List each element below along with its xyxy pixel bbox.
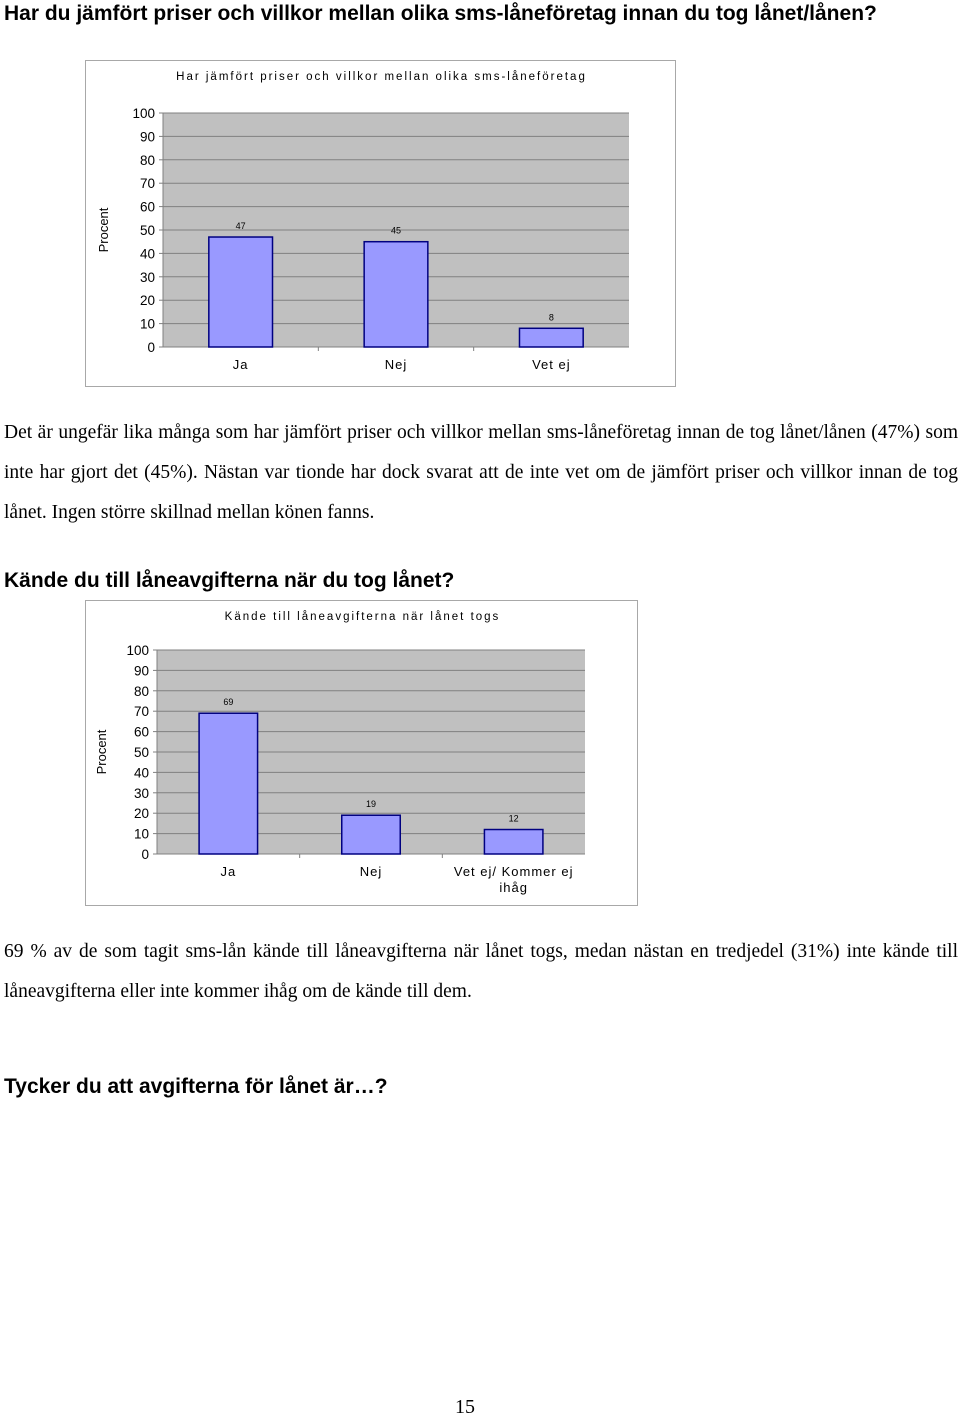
chart2-data-label: 19 xyxy=(366,799,376,809)
chart1-y-tick-label: 0 xyxy=(147,340,155,355)
question-heading-fees-opinion: Tycker du att avgifterna för lånet är…? xyxy=(4,1075,388,1098)
chart2-y-axis-label: Procent xyxy=(94,729,109,774)
page-number: 15 xyxy=(455,1396,475,1418)
chart2-y-tick-label: 100 xyxy=(126,643,149,658)
chart1-y-tick-label: 80 xyxy=(140,153,155,168)
chart2-y-tick-label: 10 xyxy=(134,827,149,842)
chart2-x-tick-label: ihåg xyxy=(499,880,528,895)
chart2-x-tick-label: Ja xyxy=(220,864,236,879)
chart-comparison: 0 10 20 30 40 50 60 70 80 90 100 Procent 47 Ja 45 Nej 8 V… xyxy=(96,106,629,372)
chart2-x-tick-label: Vet ej/ Kommer ej xyxy=(454,864,574,879)
chart1-y-tick-label: 90 xyxy=(140,129,155,144)
chart1-y-tick-label: 100 xyxy=(132,106,155,121)
chart2-y-tick-label: 40 xyxy=(134,765,149,780)
question-heading-fees-known: Kände du till låneavgifterna när du tog … xyxy=(4,569,455,592)
chart2-bar xyxy=(341,814,401,855)
chart1-data-label: 8 xyxy=(549,312,554,322)
question-heading-comparison: Har du jämfört priser och villkor mellan… xyxy=(4,2,877,25)
chart1-y-axis-label: Procent xyxy=(96,207,111,252)
paragraph-comparison-summary: Det är ungefär lika många som har jämför… xyxy=(4,422,958,523)
chart1-bar xyxy=(518,327,584,348)
chart2-y-tick-label: 30 xyxy=(134,786,149,801)
chart2-data-label: 12 xyxy=(509,814,519,824)
chart1-x-tick-label: Vet ej xyxy=(532,357,571,372)
chart-comparison-frame: Har jämfört priser och villkor mellan ol… xyxy=(85,60,676,387)
chart1-y-tick-label: 20 xyxy=(140,293,155,308)
chart1-y-tick-label: 40 xyxy=(140,246,155,261)
chart1-data-label: 45 xyxy=(391,226,401,236)
chart1-y-tick-label: 50 xyxy=(140,223,155,238)
chart2-bar xyxy=(483,828,544,855)
chart2-x-tick-label: Nej xyxy=(360,864,383,879)
chart2-y-tick-label: 60 xyxy=(134,725,149,740)
chart2-y-tick-label: 70 xyxy=(134,704,149,719)
chart2-y-tick-label: 20 xyxy=(134,806,149,821)
chart2-y-tick-label: 0 xyxy=(141,847,149,862)
chart2-y-tick-label: 50 xyxy=(134,745,149,760)
chart2-data-label: 69 xyxy=(223,697,233,707)
chart1-y-tick-label: 60 xyxy=(140,200,155,215)
chart1-x-tick-label: Nej xyxy=(385,357,408,372)
paragraph-fees-known-summary: 69 % av de som tagit sms-lån kände till … xyxy=(4,941,958,1002)
chart2-y-tick-label: 80 xyxy=(134,684,149,699)
chart1-y-tick-label: 30 xyxy=(140,270,155,285)
chart1-data-label: 47 xyxy=(236,221,246,231)
chart1-y-tick-label: 70 xyxy=(140,176,155,191)
chart-fees-known-frame: Kände till låneavgifterna när lånet togs… xyxy=(85,600,638,906)
chart2-bar xyxy=(198,712,259,855)
chart1-bar xyxy=(363,240,429,348)
chart1-y-tick-label: 10 xyxy=(140,317,155,332)
chart1-x-tick-label: Ja xyxy=(233,357,249,372)
chart2-y-tick-label: 90 xyxy=(134,663,149,678)
chart1-bar xyxy=(208,236,274,348)
chart-fees-known: 0 10 20 30 40 50 60 70 80 90 100 Procent 69 Ja 19 Nej 12… xyxy=(94,643,585,895)
